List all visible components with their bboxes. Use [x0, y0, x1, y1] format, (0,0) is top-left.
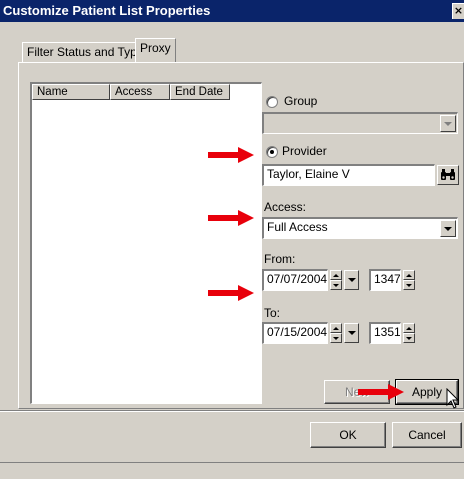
- chevron-down-icon: [440, 115, 456, 132]
- from-date-spinner[interactable]: [330, 270, 342, 290]
- spin-up-icon[interactable]: [403, 323, 415, 333]
- access-label: Access:: [264, 200, 307, 214]
- to-time-field[interactable]: 1351: [369, 322, 401, 344]
- column-header-end-date[interactable]: End Date: [170, 84, 230, 100]
- apply-button-label: Apply: [411, 385, 443, 399]
- proxy-list[interactable]: Name Access End Date: [30, 82, 262, 404]
- column-header-access[interactable]: Access: [110, 84, 170, 100]
- spin-down-icon[interactable]: [330, 333, 342, 343]
- annotation-arrow-apply: [358, 384, 404, 400]
- access-value: Full Access: [267, 220, 328, 234]
- spin-up-icon[interactable]: [330, 270, 342, 280]
- tab-proxy[interactable]: Proxy: [135, 38, 176, 62]
- from-label: From:: [264, 252, 296, 266]
- from-calendar-dropdown[interactable]: [344, 270, 359, 290]
- to-date-value: 07/15/2004: [267, 325, 327, 339]
- to-time-spinner[interactable]: [403, 323, 415, 343]
- from-date-value: 07/07/2004: [267, 272, 327, 286]
- title-bar: Customize Patient List Properties: [0, 0, 464, 22]
- group-radio[interactable]: [266, 96, 278, 108]
- annotation-arrow-dates: [208, 285, 254, 301]
- from-time-field[interactable]: 1347: [369, 269, 401, 291]
- tab-label: Proxy: [140, 41, 171, 55]
- to-label: To:: [264, 306, 281, 320]
- binoculars-icon: [441, 169, 455, 180]
- cancel-button[interactable]: Cancel: [392, 422, 462, 448]
- annotation-arrow-provider: [208, 147, 254, 163]
- spin-up-icon[interactable]: [330, 323, 342, 333]
- group-combobox: [262, 112, 458, 134]
- provider-value: Taylor, Elaine V: [267, 167, 350, 181]
- close-button[interactable]: ×: [452, 3, 464, 19]
- chevron-down-icon: [347, 331, 356, 335]
- from-time-value: 1347: [374, 272, 400, 286]
- provider-field[interactable]: Taylor, Elaine V: [262, 164, 435, 186]
- spin-down-icon[interactable]: [403, 333, 415, 343]
- ok-button-label: OK: [339, 428, 357, 442]
- mouse-cursor-icon: [446, 388, 460, 409]
- to-date-spinner[interactable]: [330, 323, 342, 343]
- spin-up-icon[interactable]: [403, 270, 415, 280]
- list-header: Name Access End Date: [32, 84, 261, 100]
- column-header-name[interactable]: Name: [32, 84, 110, 100]
- to-date-field[interactable]: 07/15/2004: [262, 322, 328, 344]
- window-bottom-border: [0, 462, 464, 463]
- ok-button[interactable]: OK: [310, 422, 386, 448]
- separator: [0, 411, 464, 412]
- provider-search-button[interactable]: [437, 165, 459, 185]
- window-title: Customize Patient List Properties: [3, 3, 211, 18]
- chevron-down-icon[interactable]: [440, 220, 456, 237]
- to-time-value: 1351: [374, 325, 400, 339]
- cancel-button-label: Cancel: [408, 428, 446, 442]
- spin-down-icon[interactable]: [403, 280, 415, 290]
- from-date-field[interactable]: 07/07/2004: [262, 269, 328, 291]
- annotation-arrow-access: [208, 210, 254, 226]
- spin-down-icon[interactable]: [330, 280, 342, 290]
- chevron-down-icon: [347, 278, 356, 282]
- tab-label: Filter Status and Type: [27, 45, 144, 59]
- provider-radio[interactable]: [266, 146, 278, 158]
- from-time-spinner[interactable]: [403, 270, 415, 290]
- to-calendar-dropdown[interactable]: [344, 323, 359, 343]
- tab-filter-status-and-type[interactable]: Filter Status and Type: [22, 42, 149, 62]
- access-select[interactable]: Full Access: [262, 217, 458, 239]
- provider-label: Provider: [282, 144, 327, 158]
- group-label: Group: [284, 94, 318, 108]
